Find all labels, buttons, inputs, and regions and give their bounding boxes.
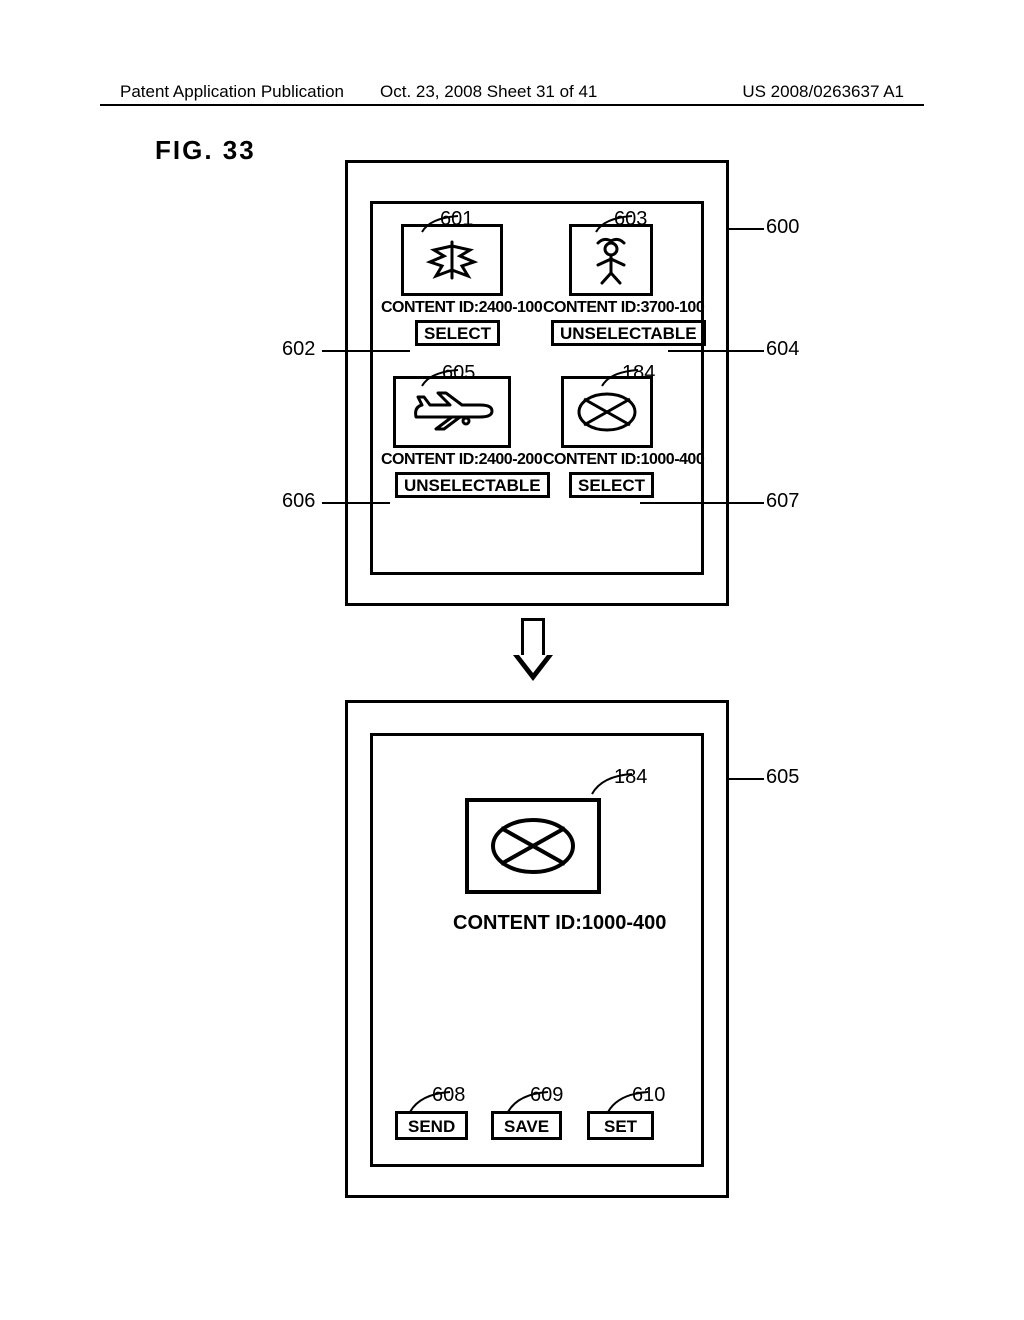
callout-602: 602: [282, 338, 315, 361]
lead-610: [606, 1090, 650, 1116]
lead-600: [726, 228, 764, 230]
airplane-icon: [406, 387, 498, 437]
lead-602: [322, 350, 410, 352]
lead-606: [322, 502, 390, 504]
lead-605b: [726, 778, 764, 780]
header-right: US 2008/0263637 A1: [742, 82, 904, 102]
callout-606: 606: [282, 490, 315, 513]
page-header: Patent Application Publication Oct. 23, …: [120, 82, 904, 102]
person-icon: [588, 235, 634, 285]
lead-609: [506, 1090, 550, 1116]
lead-604: [668, 350, 764, 352]
select-button-4[interactable]: SELECT: [569, 472, 654, 498]
unselectable-button-2[interactable]: UNSELECTABLE: [551, 320, 706, 346]
lead-184b: [590, 772, 634, 798]
content-id-5: CONTENT ID:1000-400: [453, 912, 666, 935]
ellipse-x-icon: [481, 810, 585, 882]
content-id-1: CONTENT ID:2400-100: [381, 299, 542, 317]
callout-604: 604: [766, 338, 799, 361]
lead-601: [420, 214, 460, 236]
callout-605b: 605: [766, 766, 799, 789]
callout-607: 607: [766, 490, 799, 513]
leaf-icon: [422, 236, 482, 284]
content-id-2: CONTENT ID:3700-100: [543, 299, 704, 317]
down-arrow-icon: [518, 618, 548, 681]
callout-600: 600: [766, 216, 799, 239]
lead-605: [420, 368, 460, 390]
ellipse-x-icon: [572, 387, 642, 437]
unselectable-button-3[interactable]: UNSELECTABLE: [395, 472, 550, 498]
header-mid: Oct. 23, 2008 Sheet 31 of 41: [380, 82, 597, 102]
lead-608: [408, 1090, 452, 1116]
content-id-4: CONTENT ID:1000-400: [543, 451, 704, 469]
device-frame-2: CONTENT ID:1000-400 SEND SAVE SET: [345, 700, 729, 1198]
lead-184a: [600, 368, 640, 390]
lead-603: [594, 214, 634, 236]
lead-607: [640, 502, 764, 504]
device-frame-1: CONTENT ID:2400-100 SELECT CONTENT ID:37…: [345, 160, 729, 606]
thumbnail-ellipse-x-large: [465, 798, 601, 894]
header-rule: [100, 104, 924, 106]
figure-label: FIG. 33: [155, 135, 256, 166]
select-button-1[interactable]: SELECT: [415, 320, 500, 346]
header-left: Patent Application Publication: [120, 82, 344, 102]
content-id-3: CONTENT ID:2400-200: [381, 451, 542, 469]
